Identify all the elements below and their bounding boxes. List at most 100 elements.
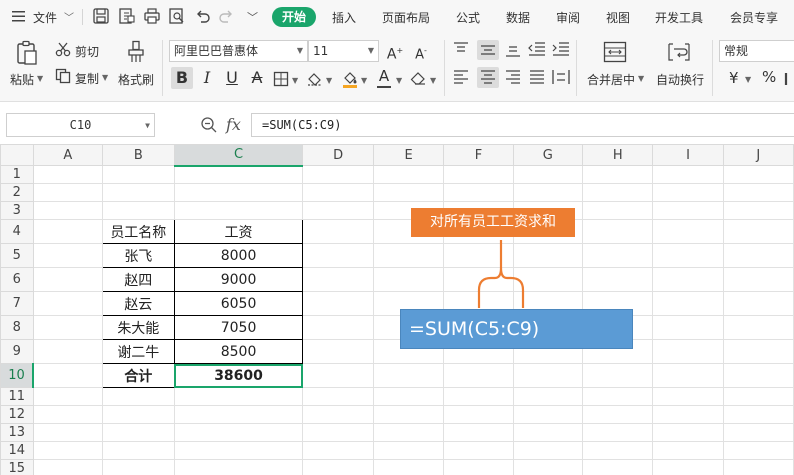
tab-member[interactable]: 会员专享: [730, 9, 778, 26]
cell[interactable]: [512, 165, 584, 184]
format-painter-button[interactable]: 格式刷: [118, 71, 154, 88]
font-size-select[interactable]: 11 ▼: [308, 40, 379, 62]
cell[interactable]: [32, 219, 104, 244]
cell[interactable]: [512, 183, 584, 202]
total-value-cell[interactable]: 38600: [173, 363, 304, 388]
cell[interactable]: [372, 165, 445, 184]
column-header[interactable]: H: [582, 144, 654, 166]
cell[interactable]: [652, 201, 724, 220]
cell[interactable]: [443, 441, 514, 460]
distribute-icon[interactable]: [552, 69, 570, 85]
employee-name-cell[interactable]: 赵云: [102, 291, 175, 316]
chevron-down-icon[interactable]: ﹀: [64, 9, 74, 24]
cell[interactable]: [652, 219, 724, 244]
cell[interactable]: [173, 165, 304, 184]
column-header[interactable]: A: [32, 144, 104, 166]
cell[interactable]: [582, 405, 654, 424]
cell[interactable]: [32, 183, 104, 202]
cell[interactable]: [582, 423, 654, 442]
row-header[interactable]: 6: [0, 267, 34, 292]
tab-view[interactable]: 视图: [606, 9, 630, 26]
cell[interactable]: [722, 291, 794, 316]
cell[interactable]: [173, 441, 304, 460]
cell[interactable]: [102, 183, 175, 202]
cell[interactable]: [302, 441, 374, 460]
save-icon[interactable]: [92, 7, 110, 25]
cell[interactable]: [722, 243, 794, 268]
tab-review[interactable]: 审阅: [556, 9, 580, 26]
cell[interactable]: [722, 441, 794, 460]
formula-input[interactable]: =SUM(C5:C9): [251, 113, 794, 137]
cell[interactable]: [372, 243, 445, 268]
cell[interactable]: [302, 423, 374, 442]
formula-text-box[interactable]: =SUM(C5:C9): [400, 309, 633, 349]
column-header[interactable]: B: [102, 144, 175, 166]
cell[interactable]: [102, 405, 175, 424]
tab-page-layout[interactable]: 页面布局: [382, 9, 430, 26]
border-dropdown-icon[interactable]: ▼: [292, 76, 298, 85]
column-header[interactable]: G: [512, 144, 584, 166]
paste-icon[interactable]: [15, 40, 39, 66]
cell[interactable]: [32, 387, 104, 406]
cell[interactable]: [582, 201, 654, 220]
underline-button[interactable]: U: [221, 67, 243, 89]
cell[interactable]: [32, 339, 104, 364]
employee-name-cell[interactable]: 张飞: [102, 243, 175, 268]
font-name-select[interactable]: 阿里巴巴普惠体 ▼: [169, 40, 308, 62]
align-right-icon[interactable]: [505, 70, 521, 84]
cell[interactable]: [652, 165, 724, 184]
export-pdf-icon[interactable]: [118, 7, 136, 25]
outdent-icon[interactable]: [528, 42, 546, 56]
cell[interactable]: [512, 459, 584, 475]
wrap-text-icon[interactable]: [666, 41, 692, 63]
more-quick-icon[interactable]: ﹀: [247, 9, 258, 25]
scissors-icon[interactable]: [55, 41, 71, 57]
employee-name-cell[interactable]: 朱大能: [102, 315, 175, 340]
cell[interactable]: [302, 315, 374, 340]
cell[interactable]: [302, 201, 374, 220]
cell[interactable]: [102, 459, 175, 475]
cell[interactable]: [302, 405, 374, 424]
cell[interactable]: [32, 315, 104, 340]
cut-button[interactable]: 剪切: [75, 43, 99, 60]
cell[interactable]: [372, 405, 445, 424]
cell[interactable]: [722, 219, 794, 244]
select-all-corner[interactable]: [0, 144, 34, 166]
salary-cell[interactable]: 6050: [173, 291, 304, 316]
employee-name-cell[interactable]: 赵四: [102, 267, 175, 292]
cell[interactable]: [652, 243, 724, 268]
auto-wrap-button[interactable]: 自动换行: [656, 71, 704, 88]
undo-icon[interactable]: [193, 7, 211, 25]
column-header[interactable]: E: [372, 144, 445, 166]
cell[interactable]: [302, 291, 374, 316]
employee-name-cell[interactable]: 谢二牛: [102, 339, 175, 364]
cell[interactable]: [173, 423, 304, 442]
cell[interactable]: [32, 291, 104, 316]
cell[interactable]: [722, 267, 794, 292]
cell[interactable]: [652, 459, 724, 475]
cell[interactable]: [582, 243, 654, 268]
cell[interactable]: [102, 441, 175, 460]
name-box[interactable]: C10 ▼: [6, 113, 155, 137]
cell[interactable]: [582, 183, 654, 202]
cell[interactable]: [102, 387, 175, 406]
cell[interactable]: [173, 405, 304, 424]
cell[interactable]: [372, 441, 445, 460]
row-header[interactable]: 5: [0, 243, 34, 268]
print-preview-icon[interactable]: [168, 7, 186, 25]
cell[interactable]: [302, 459, 374, 475]
align-bottom-icon[interactable]: [505, 43, 521, 57]
cell[interactable]: [722, 459, 794, 475]
cell[interactable]: [372, 423, 445, 442]
cell[interactable]: [512, 363, 584, 388]
indent-icon[interactable]: [552, 42, 570, 56]
cell[interactable]: [102, 423, 175, 442]
row-header-selected[interactable]: 10: [0, 363, 35, 388]
cell[interactable]: [652, 363, 724, 388]
copy-dropdown-icon[interactable]: ▼: [102, 73, 108, 82]
spreadsheet-grid[interactable]: A B C D E F G H I J 1 2 3 4 员工名称 工资 5 张飞 800…: [0, 144, 794, 475]
cell[interactable]: [372, 183, 445, 202]
cell[interactable]: [102, 201, 175, 220]
bold-button[interactable]: B: [171, 67, 193, 89]
strikethrough-button[interactable]: A: [246, 67, 268, 89]
